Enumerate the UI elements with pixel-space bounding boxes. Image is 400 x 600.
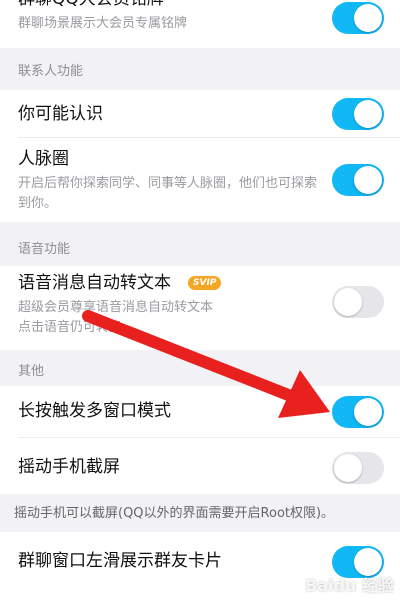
setting-title: 你可能认识 — [18, 104, 103, 124]
setting-row-shake-screenshot: 摇动手机截屏 — [0, 438, 400, 494]
toggle-knob — [334, 288, 362, 316]
setting-desc: 超级会员尊享语音消息自动转文本 点击语音仍可转换 — [18, 300, 214, 335]
multiwindow-toggle[interactable] — [332, 396, 384, 428]
voice-to-text-toggle[interactable] — [332, 286, 384, 318]
network-toggle[interactable] — [332, 164, 384, 196]
setting-title: 群聊QQ大会员铭牌 — [18, 0, 164, 10]
section-header-other: 其他 — [18, 364, 45, 379]
setting-row-voice-to-text: 语音消息自动转文本 SVIP 超级会员尊享语音消息自动转文本 点击语音仍可转换 — [0, 266, 400, 350]
badge-toggle[interactable] — [332, 2, 384, 34]
setting-title: 摇动手机截屏 — [18, 457, 120, 477]
setting-title: 长按触发多窗口模式 — [18, 401, 171, 421]
setting-row-badge: 群聊QQ大会员铭牌 群聊场景展示大会员专属铭牌 — [0, 0, 400, 48]
toggle-knob — [354, 398, 382, 426]
section-header-contacts: 联系人功能 — [18, 64, 84, 79]
setting-title: 语音消息自动转文本 — [18, 273, 171, 293]
svip-badge: SVIP — [188, 276, 222, 290]
setting-title: 群聊窗口左滑展示群友卡片 — [18, 551, 222, 571]
setting-title: 人脉圈 — [18, 149, 69, 169]
setting-row-may-know: 你可能认识 — [0, 90, 400, 138]
toggle-knob — [354, 100, 382, 128]
toggle-knob — [334, 454, 362, 482]
toggle-knob — [354, 166, 382, 194]
shake-note: 摇动手机可以截屏(QQ以外的界面需要开启Root权限)。 — [14, 506, 335, 521]
toggle-knob — [354, 4, 382, 32]
shake-screenshot-toggle[interactable] — [332, 452, 384, 484]
may-know-toggle[interactable] — [332, 98, 384, 130]
setting-desc: 开启后帮你探索同学、同事等人脉圈，他们也可探索到你。 — [18, 176, 318, 211]
setting-row-network: 人脉圈 开启后帮你探索同学、同事等人脉圈，他们也可探索到你。 — [0, 138, 400, 222]
watermark: Baidu 经验 — [305, 576, 394, 595]
setting-row-multiwindow: 长按触发多窗口模式 — [0, 386, 400, 438]
section-header-voice: 语音功能 — [18, 242, 71, 257]
setting-desc: 群聊场景展示大会员专属铭牌 — [18, 16, 188, 31]
